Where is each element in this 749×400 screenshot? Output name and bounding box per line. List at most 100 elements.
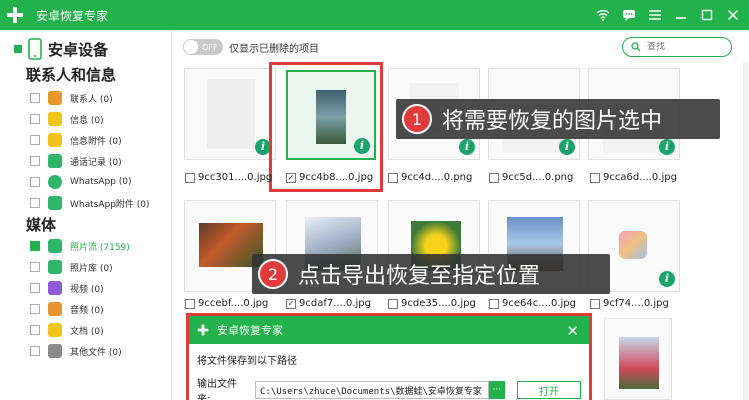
callout-step-2: 2 点击导出恢复至指定位置: [252, 254, 610, 294]
file-checkbox[interactable]: [489, 298, 499, 309]
sidebar-item-message-attachments[interactable]: 信息附件 (0): [30, 131, 122, 149]
item-checkbox[interactable]: [30, 198, 40, 208]
file-item[interactable]: 9cde35....0.jpg: [388, 298, 476, 309]
file-checkbox[interactable]: [185, 172, 195, 183]
contacts-icon: [48, 91, 62, 105]
dialog-header: 安卓恢复专家 ✕: [189, 316, 589, 344]
item-checkbox[interactable]: [30, 325, 40, 335]
file-item[interactable]: 9ccebf....0.jpg: [185, 298, 268, 309]
info-icon[interactable]: i: [459, 139, 475, 155]
thumbnail-1[interactable]: i: [184, 68, 276, 160]
export-dialog: 安卓恢复专家 ✕ 将文件保存到以下路径 输出文件夹: C:\Users\zhuc…: [186, 313, 592, 400]
sidebar-item-photo-library[interactable]: 照片库 (0): [30, 258, 113, 276]
blank-image: [207, 79, 255, 149]
info-icon[interactable]: i: [659, 271, 675, 287]
maximize-icon[interactable]: [699, 7, 715, 23]
sidebar-item-label: 照片流 (7159): [70, 242, 130, 253]
file-checkbox[interactable]: [590, 298, 600, 309]
sidebar-item-messages[interactable]: 信息 (0): [30, 110, 104, 128]
app-logo-icon: [0, 0, 30, 30]
info-icon[interactable]: i: [659, 139, 675, 155]
file-item[interactable]: 9ce64c....0.jpg: [489, 298, 576, 309]
sidebar-item-call-log[interactable]: 通话记录 (0): [30, 152, 122, 170]
wifi-icon[interactable]: [595, 7, 611, 23]
item-checkbox[interactable]: [30, 346, 40, 356]
red-flower-image: [619, 337, 659, 389]
device-row[interactable]: 安卓设备: [14, 38, 108, 60]
gradient-image: [619, 231, 647, 259]
minimize-icon[interactable]: [673, 7, 689, 23]
sidebar-item-label: 信息附件 (0): [70, 136, 122, 147]
sidebar-item-whatsapp-attachments[interactable]: WhatsApp附件 (0): [30, 194, 150, 212]
whatsapp-attachment-icon: [48, 196, 62, 210]
sidebar-item-label: WhatsApp (0): [70, 177, 132, 187]
sidebar-item-label: 其他文件 (0): [70, 347, 122, 358]
item-checkbox[interactable]: [30, 114, 40, 124]
file-checkbox[interactable]: [388, 298, 398, 309]
sidebar-item-other-files[interactable]: 其他文件 (0): [30, 342, 122, 360]
close-icon[interactable]: [725, 7, 741, 23]
callout-step-1: 1 将需要恢复的图片选中: [396, 99, 720, 139]
file-checkbox[interactable]: [388, 172, 398, 183]
search-input[interactable]: [647, 42, 717, 52]
callout-text: 点击导出恢复至指定位置: [298, 264, 541, 289]
sidebar-item-label: WhatsApp附件 (0): [70, 199, 150, 210]
sidebar-item-whatsapp[interactable]: WhatsApp (0): [30, 173, 132, 191]
audio-icon: [48, 302, 62, 316]
file-checkbox[interactable]: [590, 172, 600, 183]
dialog-close-icon[interactable]: ✕: [566, 322, 579, 340]
file-checkbox[interactable]: [185, 298, 195, 309]
file-checkbox-checked[interactable]: ✓: [286, 298, 296, 309]
file-item[interactable]: 9cc5d....0.png: [489, 172, 573, 183]
window-title: 安卓恢复专家: [36, 8, 109, 23]
item-checkbox[interactable]: [30, 304, 40, 314]
toggle-label: 仅显示已删除的项目: [229, 44, 319, 55]
folder-path-field[interactable]: C:\Users\zhuce\Documents\数据蛙\安卓恢复专家: [255, 381, 490, 399]
item-checkbox[interactable]: [30, 241, 40, 251]
item-checkbox[interactable]: [30, 283, 40, 293]
file-name: 9cdaf7....0.jpg: [299, 298, 371, 309]
menu-icon[interactable]: [647, 7, 663, 23]
deleted-only-toggle[interactable]: OFF: [183, 39, 223, 55]
device-checkbox[interactable]: [14, 45, 22, 53]
file-item[interactable]: ✓ 9cc4b8....0.jpg: [286, 172, 373, 183]
file-name: 9ce64c....0.jpg: [502, 298, 576, 309]
info-icon[interactable]: i: [559, 139, 575, 155]
item-checkbox[interactable]: [30, 93, 40, 103]
toggle-knob: [184, 40, 198, 54]
file-checkbox[interactable]: [489, 172, 499, 183]
file-name: 9cc301....0.jpg: [198, 172, 273, 183]
sidebar-item-contacts[interactable]: 联系人 (0): [30, 89, 113, 107]
file-item[interactable]: ✓ 9cdaf7....0.jpg: [286, 298, 371, 309]
item-checkbox[interactable]: [30, 262, 40, 272]
toggle-state: OFF: [202, 42, 218, 52]
sidebar-item-label: 联系人 (0): [70, 94, 113, 105]
browse-button[interactable]: ···: [489, 381, 505, 399]
whatsapp-icon: [48, 175, 62, 189]
file-item[interactable]: 9cc4d....0.png: [388, 172, 472, 183]
scrollbar[interactable]: [743, 62, 749, 400]
thumbnail-11[interactable]: [604, 318, 672, 400]
sidebar-item-label: 文档 (0): [70, 326, 104, 337]
sidebar-item-videos[interactable]: 视频 (0): [30, 279, 104, 297]
item-checkbox[interactable]: [30, 156, 40, 166]
file-item[interactable]: 9cf74....0.jpg: [590, 298, 669, 309]
sidebar-item-label: 视频 (0): [70, 284, 104, 295]
file-name: 9cf74....0.jpg: [603, 298, 669, 309]
photo-stream-icon: [48, 239, 62, 253]
sidebar-item-photo-stream[interactable]: 照片流 (7159): [30, 237, 130, 255]
title-bar: 安卓恢复专家: [0, 0, 749, 30]
item-checkbox[interactable]: [30, 135, 40, 145]
item-checkbox[interactable]: [30, 177, 40, 187]
open-button[interactable]: 打开: [516, 381, 581, 399]
file-checkbox-checked[interactable]: ✓: [286, 172, 296, 183]
file-item[interactable]: 9cc301....0.jpg: [185, 172, 272, 183]
search-box[interactable]: [622, 37, 732, 57]
chat-icon[interactable]: [621, 7, 637, 23]
file-name: 9cca6d....0.jpg: [603, 172, 677, 183]
file-item[interactable]: 9cca6d....0.jpg: [590, 172, 677, 183]
document-icon: [48, 323, 62, 337]
sidebar-item-documents[interactable]: 文档 (0): [30, 321, 104, 339]
sidebar-item-audio[interactable]: 音频 (0): [30, 300, 104, 318]
sidebar-item-label: 音频 (0): [70, 305, 104, 316]
